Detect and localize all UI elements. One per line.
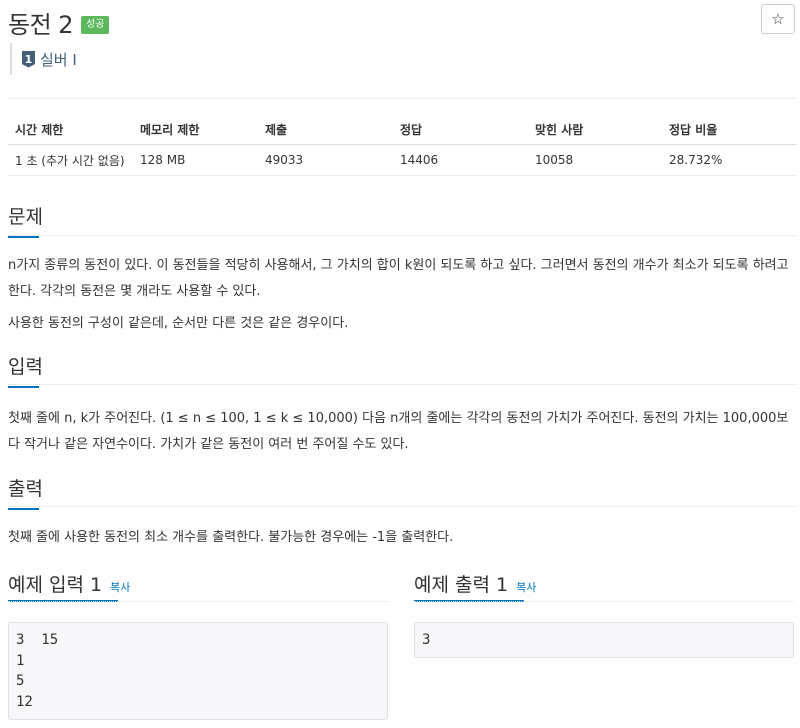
example-output-title-text: 예제 출력 1 [414,574,509,596]
section-title-input-text: 입력 [8,356,43,378]
silver-tier-icon: 1 [22,50,35,68]
example-input-line: 1 [16,652,25,669]
section-divider [8,235,796,236]
output-description: 첫째 줄에 사용한 동전의 최소 개수를 출력한다. 불가능한 경우에는 -1을… [8,530,454,545]
header-solved-users: 맞힌 사람 [528,114,662,145]
copy-output-button[interactable]: 복사 [516,581,536,594]
example-output-line: 3 [422,632,431,648]
section-underline [8,508,39,510]
problem-title: 동전 2 [8,10,74,39]
section-title-output: 출력 [8,474,43,510]
table-header-row: 시간 제한 메모리 제한 제출 정답 맞힌 사람 정답 비율 [8,114,796,145]
header-submissions: 제출 [258,114,393,145]
section-title-problem: 문제 [8,202,43,238]
cell-solved-users[interactable]: 10058 [528,144,662,176]
example-output-box[interactable]: 3 [414,622,794,658]
copy-input-button[interactable]: 복사 [110,581,130,594]
tier-info[interactable]: 1 실버 I [10,43,77,75]
section-underline [8,386,39,388]
section-title-problem-text: 문제 [8,206,43,228]
table-row: 1 초 (추가 시간 없음) 128 MB 49033 14406 10058 … [8,144,796,176]
example-input-title-text: 예제 입력 1 [8,574,103,596]
tier-label: 실버 I [40,50,77,69]
cell-time-limit: 1 초 (추가 시간 없음) [8,144,133,176]
problem-description-2: 사용한 동전의 구성이 같은데, 순서만 다른 것은 같은 경우이다. [8,316,349,331]
example-input-line: 5 [16,673,25,689]
problem-description-1: n가지 종류의 동전이 있다. 이 동전들을 적당히 사용해서, 그 가치의 합… [8,258,789,299]
section-divider [414,601,794,602]
example-output-title: 예제 출력 1 복사 [414,570,536,597]
example-input-title: 예제 입력 1 복사 [8,570,130,597]
section-title-input: 입력 [8,352,43,388]
cell-submissions[interactable]: 49033 [258,144,393,176]
cell-accepted: 14406 [393,144,528,176]
section-underline [8,236,39,238]
cell-memory-limit: 128 MB [133,144,258,176]
status-badge: 성공 [81,16,110,34]
star-icon: ☆ [771,10,785,28]
section-title-output-text: 출력 [8,478,43,500]
cell-accept-ratio: 28.732% [662,144,796,176]
problem-info-table: 시간 제한 메모리 제한 제출 정답 맞힌 사람 정답 비율 1 초 (추가 시… [8,114,796,176]
favorite-button[interactable]: ☆ [761,4,795,34]
header-accepted: 정답 [393,114,528,145]
section-divider [8,601,388,602]
header-time-limit: 시간 제한 [8,114,133,145]
header-memory-limit: 메모리 제한 [133,114,258,145]
section-divider [8,506,796,507]
header-accept-ratio: 정답 비율 [662,114,796,145]
section-divider [8,384,796,385]
example-input-line: 3 15 [16,632,59,648]
divider [8,98,796,99]
problem-header: 동전 2 성공 [8,6,110,39]
example-input-line: 12 [16,693,33,710]
example-input-box[interactable]: 3 15 1 5 12 [8,622,388,720]
input-description: 첫째 줄에 n, k가 주어진다. (1 ≤ n ≤ 100, 1 ≤ k ≤ … [8,411,789,452]
